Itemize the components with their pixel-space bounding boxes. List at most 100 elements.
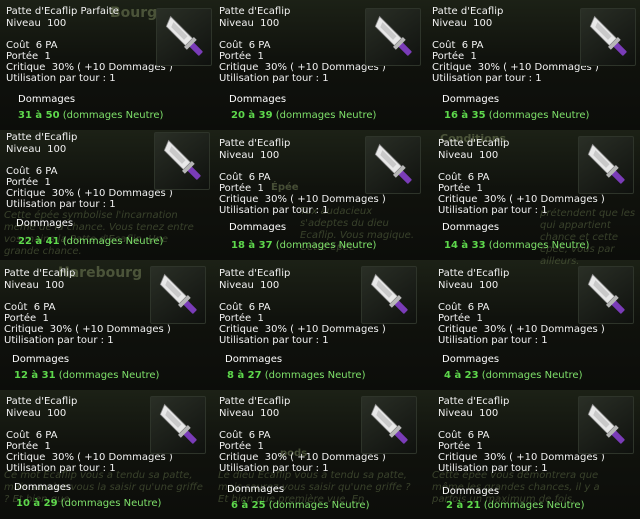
damage-title: Dommages <box>229 222 287 233</box>
dagger-icon <box>578 266 634 324</box>
weapon-name: Patte d'Ecaflip <box>219 138 291 149</box>
weapon-tooltip-9: Patte d'Ecaflip Niveau 100 Coût 6 PA Por… <box>438 266 634 386</box>
weapon-usage: Utilisation par tour : 1 <box>438 335 548 346</box>
weapon-tooltip-11: Patte d'Ecaflip Niveau 100 Coût 6 PA Por… <box>219 396 420 516</box>
weapon-usage: Utilisation par tour : 1 <box>6 73 116 84</box>
dagger-icon <box>156 8 212 66</box>
weapon-critical: Critique 30% ( +10 Dommages ) <box>219 452 386 463</box>
damage-value: 12 à 31 (dommages Neutre) <box>14 370 160 381</box>
weapon-cost: Coût 6 PA <box>438 172 490 183</box>
weapon-cost: Coût 6 PA <box>219 40 271 51</box>
weapon-cost: Coût 6 PA <box>219 430 271 441</box>
weapon-usage: Utilisation par tour : 1 <box>219 73 329 84</box>
weapon-name: Patte d'Ecaflip <box>6 132 78 143</box>
weapon-level: Niveau 100 <box>219 150 280 161</box>
weapon-cost: Coût 6 PA <box>438 430 490 441</box>
weapon-range: Portée 1 <box>438 313 483 324</box>
damage-title: Dommages <box>16 218 74 229</box>
damage-value: 31 à 50 (dommages Neutre) <box>18 110 164 121</box>
dagger-icon <box>578 136 634 194</box>
damage-value: 2 à 21 (dommages Neutre) <box>446 500 585 511</box>
damage-title: Dommages <box>227 484 285 495</box>
weapon-level: Niveau 100 <box>219 280 280 291</box>
damage-value: 8 à 27 (dommages Neutre) <box>227 370 366 381</box>
weapon-level: Niveau 100 <box>438 408 499 419</box>
weapon-range: Portée 1 <box>4 313 49 324</box>
weapon-name: Patte d'Ecaflip <box>6 396 78 407</box>
weapon-name: Patte d'Ecaflip <box>432 6 504 17</box>
weapon-tooltip-12: Patte d'Ecaflip Niveau 100 Coût 6 PA Por… <box>438 396 634 516</box>
weapon-level: Niveau 100 <box>438 280 499 291</box>
weapon-critical: Critique 30% ( +10 Dommages ) <box>6 188 173 199</box>
damage-value: 10 à 29 (dommages Neutre) <box>16 498 162 509</box>
damage-title: Dommages <box>442 354 500 365</box>
weapon-name: Patte d'Ecaflip <box>219 268 291 279</box>
weapon-level: Niveau 100 <box>432 18 493 29</box>
weapon-cost: Coût 6 PA <box>219 302 271 313</box>
damage-value: 20 à 39 (dommages Neutre) <box>231 110 377 121</box>
damage-value: 18 à 37 (dommages Neutre) <box>231 240 377 251</box>
weapon-name: Patte d'Ecaflip <box>438 268 510 279</box>
weapon-cost: Coût 6 PA <box>4 302 56 313</box>
dagger-icon <box>150 396 206 454</box>
damage-title: Dommages <box>225 354 283 365</box>
dagger-icon <box>365 136 421 194</box>
weapon-cost: Coût 6 PA <box>219 172 271 183</box>
weapon-critical: Critique 30% ( +10 Dommages ) <box>438 194 605 205</box>
weapon-name: Patte d'Ecaflip <box>438 138 510 149</box>
weapon-cost: Coût 6 PA <box>6 40 58 51</box>
damage-value: 22 à 41 (dommages Neutre) <box>18 236 164 247</box>
weapon-cost: Coût 6 PA <box>438 302 490 313</box>
weapon-range: Portée 1 <box>438 441 483 452</box>
weapon-range: Portée 1 <box>438 183 483 194</box>
weapon-range: Portée 1 <box>6 177 51 188</box>
weapon-usage: Utilisation par tour : 1 <box>432 73 542 84</box>
dagger-icon <box>580 8 636 66</box>
weapon-range: Portée 1 <box>219 183 264 194</box>
weapon-usage: Utilisation par tour : 1 <box>6 463 116 474</box>
weapon-level: Niveau 100 <box>4 280 65 291</box>
dagger-icon <box>154 132 210 190</box>
weapon-cost: Coût 6 PA <box>6 430 58 441</box>
weapon-tooltip-1: Patte d'Ecaflip Parfaite Niveau 100 Coût… <box>6 4 212 128</box>
weapon-level: Niveau 100 <box>6 408 67 419</box>
weapon-usage: Utilisation par tour : 1 <box>438 205 548 216</box>
damage-title: Dommages <box>14 482 72 493</box>
weapon-level: Niveau 100 <box>219 408 280 419</box>
weapon-tooltip-4: Patte d'Ecaflip Niveau 100 Coût 6 PA Por… <box>6 130 210 254</box>
damage-title: Dommages <box>12 354 70 365</box>
weapon-critical: Critique 30% ( +10 Dommages ) <box>438 324 605 335</box>
weapon-critical: Critique 30% ( +10 Dommages ) <box>4 324 171 335</box>
weapon-cost: Coût 6 PA <box>432 40 484 51</box>
weapon-critical: Critique 30% ( +10 Dommages ) <box>219 194 386 205</box>
dagger-icon <box>361 266 417 324</box>
dagger-icon <box>578 396 634 454</box>
weapon-tooltip-3: Patte d'Ecaflip Niveau 100 Coût 6 PA Por… <box>432 4 636 128</box>
weapon-tooltip-7: Patte d'Ecaflip Niveau 100 Coût 6 PA Por… <box>4 266 207 386</box>
weapon-level: Niveau 100 <box>6 18 67 29</box>
weapon-critical: Critique 30% ( +10 Dommages ) <box>6 452 173 463</box>
damage-value: 16 à 35 (dommages Neutre) <box>444 110 590 121</box>
damage-title: Dommages <box>442 94 500 105</box>
weapon-name: Patte d'Ecaflip <box>219 6 291 17</box>
weapon-range: Portée 1 <box>432 51 477 62</box>
weapon-name: Patte d'Ecaflip Parfaite <box>6 6 119 17</box>
weapon-tooltip-8: Patte d'Ecaflip Niveau 100 Coût 6 PA Por… <box>219 266 420 386</box>
damage-title: Dommages <box>442 486 500 497</box>
dagger-icon <box>361 396 417 454</box>
weapon-tooltip-10: Patte d'Ecaflip Niveau 100 Coût 6 PA Por… <box>6 396 207 516</box>
dagger-icon <box>365 8 421 66</box>
weapon-level: Niveau 100 <box>219 18 280 29</box>
weapon-critical: Critique 30% ( +10 Dommages ) <box>432 62 599 73</box>
damage-value: 4 à 23 (dommages Neutre) <box>444 370 583 381</box>
damage-title: Dommages <box>229 94 287 105</box>
weapon-critical: Critique 30% ( +10 Dommages ) <box>219 324 386 335</box>
weapon-range: Portée 1 <box>6 441 51 452</box>
weapon-usage: Utilisation par tour : 1 <box>219 335 329 346</box>
weapon-name: Patte d'Ecaflip <box>4 268 76 279</box>
weapon-level: Niveau 100 <box>438 150 499 161</box>
weapon-usage: Utilisation par tour : 1 <box>4 335 114 346</box>
weapon-critical: Critique 30% ( +10 Dommages ) <box>219 62 386 73</box>
dagger-icon <box>150 266 206 324</box>
weapon-tooltip-6: Patte d'Ecaflip Niveau 100 Coût 6 PA Por… <box>438 136 634 254</box>
